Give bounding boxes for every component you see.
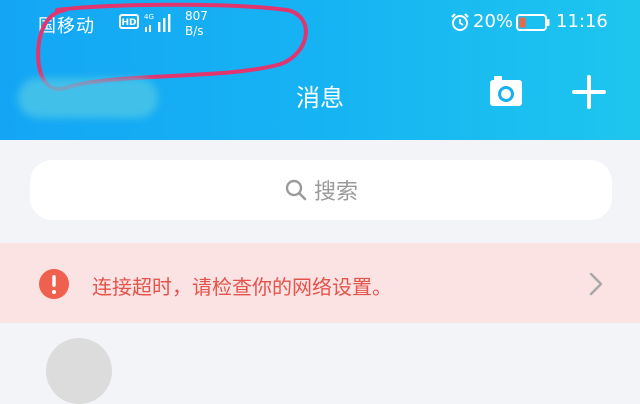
search-icon — [285, 179, 307, 201]
alarm-icon — [451, 13, 469, 31]
page-title: 消息 — [296, 84, 344, 112]
signal-icon: 4G — [144, 13, 171, 32]
battery-icon — [516, 14, 550, 31]
net-speed-unit: B/s — [185, 24, 204, 38]
network-type: 4G — [144, 13, 154, 21]
exclamation-icon — [39, 269, 69, 299]
status-bar: 国移动 HD 4G 807 B/s 20% 11:16 — [0, 0, 640, 48]
plus-icon[interactable] — [571, 74, 607, 110]
net-speed: 807 B/s — [185, 9, 208, 39]
avatar[interactable] — [46, 338, 112, 404]
carrier-name: 国移动 — [38, 16, 95, 37]
network-error-banner[interactable]: 连接超时，请检查你的网络设置。 — [0, 243, 640, 323]
net-speed-value: 807 — [185, 9, 208, 23]
search-input[interactable]: 搜索 — [30, 160, 612, 220]
battery-percent: 20% — [473, 11, 514, 32]
search-placeholder: 搜索 — [313, 180, 358, 205]
camera-icon[interactable] — [488, 74, 524, 110]
app-header: 国移动 HD 4G 807 B/s 20% 11:16 消息 — [0, 0, 640, 140]
error-message: 连接超时，请检查你的网络设置。 — [92, 275, 392, 299]
chevron-right-icon — [589, 272, 603, 296]
clock: 11:16 — [556, 11, 608, 32]
hd-badge: HD — [119, 14, 139, 29]
